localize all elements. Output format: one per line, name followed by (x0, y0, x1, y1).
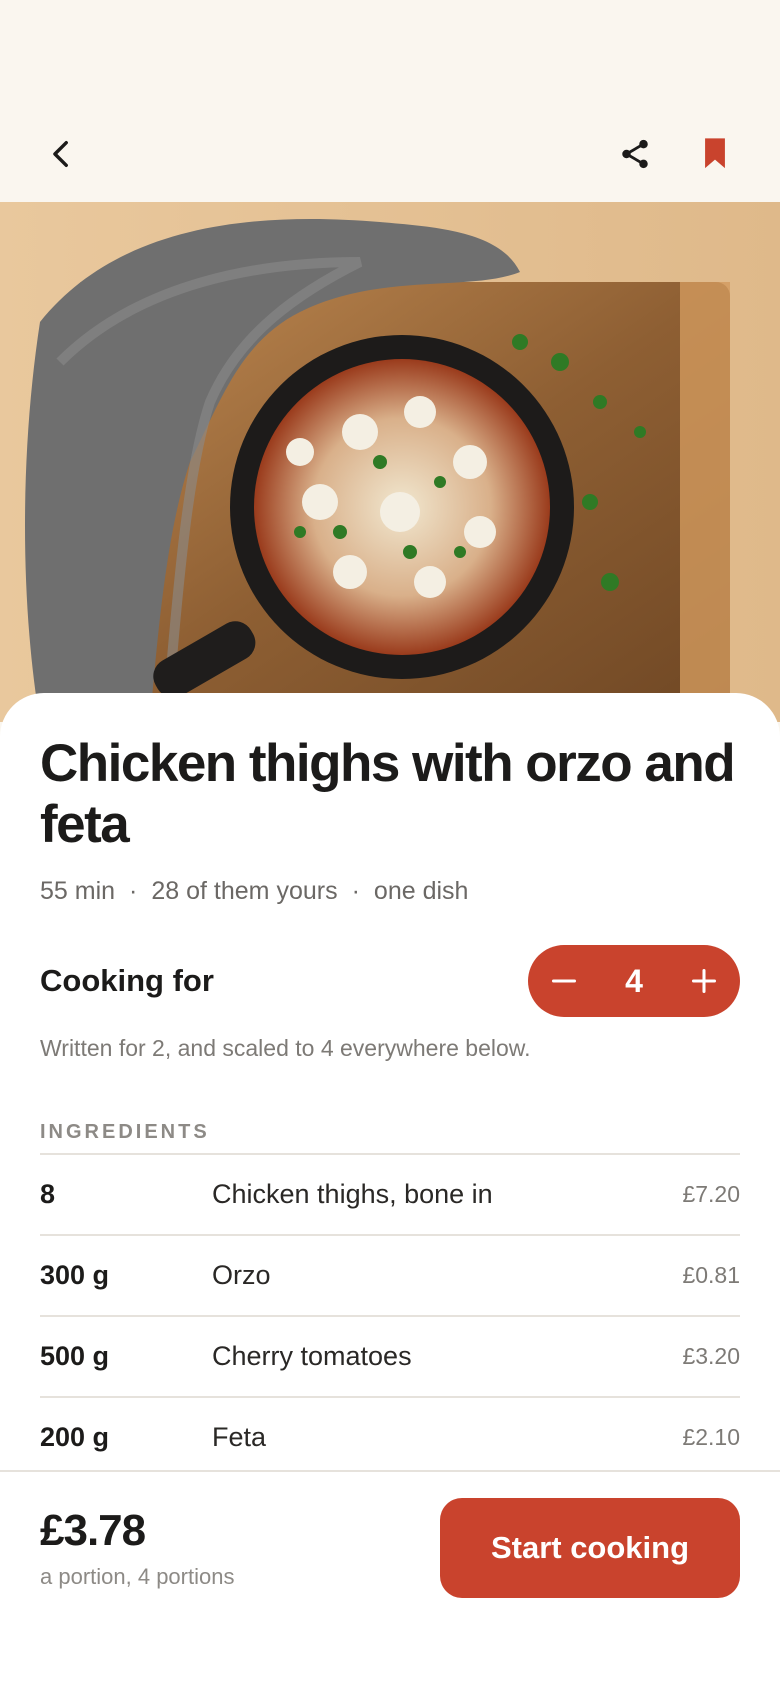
ingredients-heading: INGREDIENTS (40, 1121, 210, 1143)
ingredient-quantity: 300 g (40, 1260, 110, 1290)
total-time: 55 min (40, 877, 116, 905)
cooking-for-label: Cooking for (40, 963, 214, 998)
ingredient-name: Cherry tomatoes (212, 1341, 412, 1371)
bookmark-button[interactable] (683, 122, 747, 186)
ingredient-price: £7.20 (682, 1181, 740, 1207)
ingredient-quantity: 8 (40, 1179, 56, 1209)
ingredient-quantity: 200 g (40, 1422, 110, 1452)
ingredient-name: Orzo (212, 1260, 271, 1290)
servings-stepper: 4 (528, 945, 740, 1017)
portion-price-caption: a portion, 4 portions (40, 1564, 235, 1589)
ingredient-list: 8 Chicken thighs, bone in £7.20 300 g Or… (40, 1153, 740, 1477)
decrease-servings-button[interactable] (528, 945, 600, 1017)
ingredient-row: 200 g Feta £2.10 (40, 1396, 740, 1477)
skillet-photo (0, 202, 780, 722)
scaling-note: Written for 2, and scaled to 4 everywher… (40, 1035, 531, 1061)
meta-separator: · (351, 877, 360, 905)
ingredient-name: Chicken thighs, bone in (212, 1179, 493, 1209)
servings-value: 4 (625, 962, 643, 999)
minus-icon (551, 979, 577, 983)
share-icon (622, 139, 648, 169)
bottom-bar: £3.78 a portion, 4 portions Start cookin… (0, 1470, 780, 1690)
chevron-left-icon (53, 140, 68, 168)
portion-price: £3.78 (40, 1506, 146, 1555)
ingredient-name: Feta (212, 1422, 267, 1452)
increase-servings-button[interactable] (668, 945, 740, 1017)
ingredient-price: £3.20 (682, 1343, 740, 1369)
plus-icon (691, 968, 717, 994)
recipe-meta: 55 min · 28 of them yours · one dish (40, 877, 468, 906)
meta-separator: · (129, 877, 138, 905)
equipment: one dish (373, 877, 469, 905)
recipe-hero-image (0, 202, 780, 722)
ingredient-quantity: 500 g (40, 1341, 110, 1371)
top-bar (0, 0, 780, 202)
active-time: 28 of them yours (151, 877, 338, 905)
share-button[interactable] (603, 122, 667, 186)
bookmark-icon (705, 138, 725, 169)
ingredient-row: 8 Chicken thighs, bone in £7.20 (40, 1153, 740, 1234)
back-button[interactable] (30, 122, 94, 186)
ingredient-row: 300 g Orzo £0.81 (40, 1234, 740, 1315)
ingredient-price: £2.10 (682, 1424, 740, 1450)
recipe-title: Chicken thighs with orzo and feta (40, 734, 736, 854)
start-cooking-button[interactable]: Start cooking (440, 1498, 740, 1598)
ingredient-price: £0.81 (682, 1262, 740, 1288)
ingredient-row: 500 g Cherry tomatoes £3.20 (40, 1315, 740, 1396)
